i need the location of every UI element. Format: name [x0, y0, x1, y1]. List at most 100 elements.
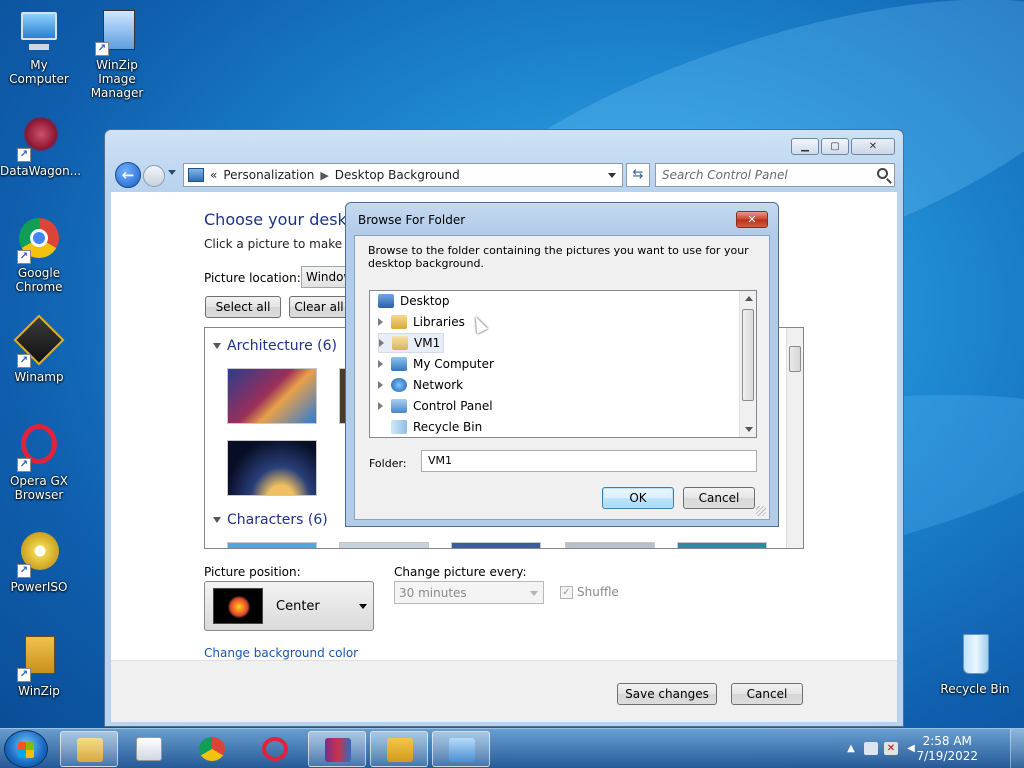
- expand-icon[interactable]: [378, 381, 385, 389]
- desktop-icon-recycle-bin[interactable]: Recycle Bin: [936, 632, 1014, 696]
- desktop-icon-poweriso[interactable]: ↗ PowerISO: [0, 530, 78, 594]
- checkbox-check-icon[interactable]: ✓: [560, 585, 573, 599]
- picture-location-label: Picture location:: [204, 271, 301, 285]
- shortcut-arrow-icon: ↗: [17, 458, 31, 472]
- clock[interactable]: 2:58 AM 7/19/2022: [916, 734, 978, 764]
- search-icon[interactable]: [877, 168, 888, 179]
- collapse-icon[interactable]: [213, 517, 221, 523]
- taskbar-control-panel[interactable]: [432, 731, 490, 767]
- dialog-close-button[interactable]: ✕: [736, 211, 768, 228]
- expand-icon[interactable]: [378, 402, 385, 410]
- scrollbar-thumb[interactable]: [789, 346, 801, 372]
- desktop-icon-winzip[interactable]: ↗ WinZip: [0, 634, 78, 698]
- action-center-icon[interactable]: ✕: [884, 742, 898, 755]
- shuffle-checkbox[interactable]: ✓ Shuffle: [560, 585, 619, 599]
- control-panel-icon: [188, 168, 204, 182]
- tree-item-control-panel[interactable]: Control Panel: [378, 396, 493, 416]
- taskbar-chrome[interactable]: [183, 731, 241, 767]
- tree-item-recycle-bin[interactable]: Recycle Bin: [391, 417, 482, 437]
- desktop-icon-datawagon[interactable]: ↗ DataWagon...: [0, 114, 81, 178]
- expand-icon[interactable]: [378, 318, 385, 326]
- search-input[interactable]: Search Control Panel: [655, 163, 895, 187]
- save-changes-button[interactable]: Save changes: [617, 683, 717, 705]
- minimize-button[interactable]: ▁: [791, 138, 819, 155]
- tree-item-label: Network: [413, 378, 464, 392]
- desktop-icon-google-chrome[interactable]: ↗ Google Chrome: [0, 216, 78, 294]
- tree-item-label: Libraries: [413, 315, 465, 329]
- picture-position-value: Center: [276, 599, 320, 614]
- wallpaper-thumbnail[interactable]: [227, 542, 317, 548]
- network-icon[interactable]: [864, 742, 878, 755]
- folder-icon: [77, 738, 103, 762]
- desktop-icon-winzip-image-manager[interactable]: ↗ WinZip Image Manager: [78, 8, 156, 100]
- wallpaper-thumbnail[interactable]: [451, 542, 541, 548]
- picture-position-label: Picture position:: [204, 565, 301, 579]
- desktop-icon-my-computer[interactable]: My Computer: [0, 8, 78, 86]
- scroll-down-icon[interactable]: [745, 427, 753, 432]
- wallpaper-thumbnail[interactable]: [227, 440, 317, 496]
- show-desktop-button[interactable]: [1010, 729, 1024, 768]
- wallpaper-thumbnail[interactable]: [339, 542, 429, 548]
- taskbar-explorer[interactable]: [60, 731, 118, 767]
- tree-item-my-computer[interactable]: My Computer: [378, 354, 494, 374]
- folder-input[interactable]: VM1: [421, 450, 757, 472]
- picture-position-select[interactable]: Center: [204, 581, 374, 631]
- forward-button[interactable]: [143, 165, 165, 187]
- tree-item-desktop[interactable]: Desktop: [378, 291, 450, 311]
- desktop-icon-winamp[interactable]: ↗ Winamp: [0, 314, 78, 384]
- start-button[interactable]: [4, 730, 48, 768]
- tree-item-label: My Computer: [413, 357, 494, 371]
- folder-label: Folder:: [369, 457, 407, 470]
- group-architecture[interactable]: Architecture (6): [213, 338, 337, 354]
- breadcrumb-separator-icon[interactable]: ▶: [320, 169, 328, 182]
- tree-item-network[interactable]: Network: [378, 375, 463, 395]
- clock-time: 2:58 AM: [922, 734, 972, 748]
- close-button[interactable]: ✕: [851, 138, 895, 155]
- taskbar-app[interactable]: [370, 731, 428, 767]
- desktop-icon-label: My Computer: [9, 58, 69, 86]
- clear-all-button[interactable]: Clear all: [289, 296, 349, 318]
- show-hidden-icons-icon[interactable]: ▲: [844, 742, 858, 755]
- select-all-button[interactable]: Select all: [205, 296, 281, 318]
- recycle-bin-icon: [391, 420, 407, 434]
- page-subtitle: Click a picture to make it y: [204, 237, 365, 251]
- tree-item-label: Desktop: [400, 294, 450, 308]
- address-dropdown-icon[interactable]: [608, 173, 616, 178]
- tree-item-vm1[interactable]: VM1: [378, 333, 445, 353]
- taskbar-winrar[interactable]: [308, 731, 366, 767]
- change-interval-select[interactable]: 30 minutes: [394, 581, 544, 604]
- ok-button[interactable]: OK: [602, 487, 674, 509]
- window-footer: Save changes Cancel: [111, 660, 897, 722]
- breadcrumb-prefix[interactable]: «: [210, 168, 217, 182]
- address-bar[interactable]: « Personalization ▶ Desktop Background: [183, 163, 623, 187]
- scroll-up-icon[interactable]: [745, 296, 753, 301]
- dialog-cancel-button[interactable]: Cancel: [683, 487, 755, 509]
- expand-icon[interactable]: [379, 339, 386, 347]
- desktop-icon-opera-gx[interactable]: ↗ Opera GX Browser: [0, 424, 78, 502]
- wallpaper-thumbnail[interactable]: [677, 542, 767, 548]
- wallpaper-thumbnail[interactable]: [565, 542, 655, 548]
- desktop-icon-label: Opera GX Browser: [9, 474, 69, 502]
- maximize-button[interactable]: ▢: [821, 138, 849, 155]
- recent-pages-dropdown[interactable]: [168, 170, 176, 175]
- change-background-color-link[interactable]: Change background color: [204, 646, 358, 660]
- collapse-icon[interactable]: [213, 343, 221, 349]
- desktop-icon-label: PowerISO: [10, 580, 68, 594]
- back-button[interactable]: ←: [115, 162, 141, 188]
- taskbar-opera-gx[interactable]: [246, 731, 304, 767]
- dialog-body: Browse to the folder containing the pict…: [354, 235, 770, 520]
- gallery-scrollbar[interactable]: [786, 328, 803, 548]
- breadcrumb-personalization[interactable]: Personalization: [223, 168, 314, 182]
- browse-for-folder-dialog: Browse For Folder ✕ Browse to the folder…: [345, 202, 779, 527]
- breadcrumb-desktop-background[interactable]: Desktop Background: [335, 168, 460, 182]
- expand-icon[interactable]: [378, 360, 385, 368]
- group-characters[interactable]: Characters (6): [213, 512, 328, 528]
- taskbar-media-player[interactable]: [120, 731, 178, 767]
- scrollbar-thumb[interactable]: [742, 309, 754, 401]
- tree-scrollbar[interactable]: [739, 291, 756, 437]
- refresh-button[interactable]: ⇆: [626, 163, 650, 187]
- resize-grip-icon[interactable]: [756, 506, 766, 516]
- tree-item-libraries[interactable]: Libraries: [378, 312, 465, 332]
- wallpaper-thumbnail[interactable]: [227, 368, 317, 424]
- cancel-button[interactable]: Cancel: [731, 683, 803, 705]
